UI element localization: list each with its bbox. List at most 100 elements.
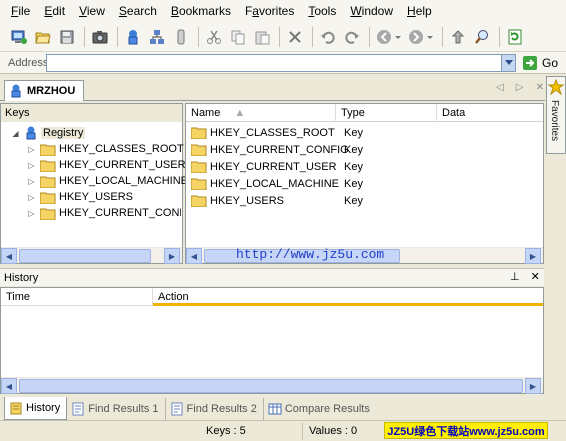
save-button[interactable]	[56, 26, 78, 48]
tree-node-local-machine[interactable]: ▷ HKEY_LOCAL_MACHINE	[27, 173, 188, 189]
table-row[interactable]: HKEY_USERS Key	[191, 192, 363, 209]
menu-window[interactable]: Window	[343, 1, 400, 21]
network-button[interactable]	[146, 26, 168, 48]
expand-icon[interactable]: ▷	[27, 177, 36, 186]
back-button[interactable]	[374, 26, 404, 48]
column-type[interactable]: Type	[336, 104, 437, 122]
history-icon	[10, 402, 22, 415]
menu-search[interactable]: Search	[112, 1, 164, 21]
keys-horizontal-scrollbar[interactable]: ◀ ▶	[1, 247, 182, 264]
status-keys-count: Keys : 5	[200, 422, 303, 440]
find-button[interactable]	[471, 26, 493, 48]
star-icon	[547, 78, 565, 96]
menu-tools[interactable]: Tools	[301, 1, 343, 21]
forward-button[interactable]	[406, 26, 436, 48]
registry-icon	[26, 126, 36, 140]
tab-prev-icon[interactable]: ◁	[496, 82, 504, 96]
tab-find-results-1[interactable]: Find Results 1	[67, 398, 166, 420]
scissors-icon	[207, 30, 221, 44]
tab-close-icon[interactable]: ✕	[536, 82, 544, 96]
paste-button[interactable]	[251, 26, 273, 48]
history-horizontal-scrollbar[interactable]: ◀ ▶	[1, 377, 543, 394]
toolbar-separator	[117, 26, 118, 47]
table-row[interactable]: HKEY_CURRENT_CONFIG Key	[191, 141, 363, 158]
tree-node-label: HKEY_LOCAL_MACHINE	[59, 175, 188, 187]
scroll-right-icon[interactable]: ▶	[525, 248, 541, 264]
column-label: Action	[158, 291, 189, 303]
undo-button[interactable]	[317, 26, 339, 48]
pin-icon[interactable]: ⊥	[510, 271, 520, 283]
table-row[interactable]: HKEY_LOCAL_MACHINE Key	[191, 175, 363, 192]
copy-button[interactable]	[227, 26, 249, 48]
menu-edit[interactable]: Edit	[37, 1, 72, 21]
menu-bookmarks[interactable]: Bookmarks	[164, 1, 238, 21]
menu-view[interactable]: View	[72, 1, 112, 21]
tree-node-classes-root[interactable]: ▷ HKEY_CLASSES_ROOT	[27, 141, 184, 157]
registry-button[interactable]	[122, 26, 144, 48]
column-name[interactable]: Name ▲	[186, 104, 336, 122]
table-row[interactable]: HKEY_CURRENT_USER Key	[191, 158, 363, 175]
tab-label: Find Results 1	[88, 403, 159, 415]
folder-icon	[40, 192, 56, 204]
tab-compare-results[interactable]: Compare Results	[264, 398, 376, 420]
collapse-icon[interactable]: ◢	[11, 129, 20, 138]
sort-indicator-bar	[153, 303, 543, 306]
menu-favorites[interactable]: Favorites	[238, 1, 301, 21]
menu-help[interactable]: Help	[400, 1, 439, 21]
scroll-right-icon[interactable]: ▶	[164, 248, 180, 264]
tab-mrzhou[interactable]: MRZHOU	[4, 80, 84, 101]
open-button[interactable]	[32, 26, 54, 48]
tree-node-current-config[interactable]: ▷ HKEY_CURRENT_CONFIG	[27, 205, 181, 221]
tree-node-registry[interactable]: ◢ Registry	[11, 125, 86, 141]
cut-button[interactable]	[203, 26, 225, 48]
compare-icon	[268, 403, 282, 415]
expand-icon[interactable]: ▷	[27, 145, 36, 154]
scroll-thumb[interactable]	[19, 379, 523, 393]
favorites-label: Favorites	[549, 100, 560, 142]
tab-next-icon[interactable]: ▷	[516, 82, 524, 96]
close-icon[interactable]: ✕	[531, 271, 540, 283]
row-type: Key	[344, 126, 363, 139]
chevron-down-icon	[504, 60, 513, 65]
tab-label: History	[26, 402, 61, 414]
table-row[interactable]: HKEY_CLASSES_ROOT Key	[191, 124, 363, 141]
delete-button[interactable]	[284, 26, 306, 48]
expand-icon[interactable]: ▷	[27, 161, 36, 170]
column-data[interactable]: Data	[437, 104, 543, 122]
toolbar-separator	[312, 26, 313, 47]
tab-history[interactable]: History	[4, 397, 68, 420]
scroll-thumb[interactable]	[19, 249, 151, 263]
row-type: Key	[344, 177, 363, 190]
scroll-right-icon[interactable]: ▶	[525, 378, 541, 394]
expand-icon[interactable]: ▷	[27, 209, 36, 218]
expand-icon[interactable]: ▷	[27, 193, 36, 202]
menu-file[interactable]: File	[4, 1, 37, 21]
tree-root-label: Registry	[41, 127, 86, 139]
column-label: Name	[191, 107, 221, 119]
connect-computer-button[interactable]	[8, 26, 30, 48]
up-level-button[interactable]	[447, 26, 469, 48]
folder-icon	[191, 178, 207, 190]
tree-node-users[interactable]: ▷ HKEY_USERS	[27, 189, 133, 205]
address-input[interactable]	[46, 53, 502, 72]
history-panel-title: History	[0, 268, 544, 286]
scroll-left-icon[interactable]: ◀	[1, 378, 17, 394]
up-folder-icon	[451, 29, 465, 43]
device-button[interactable]	[170, 26, 192, 48]
scroll-left-icon[interactable]: ◀	[1, 248, 17, 264]
toolbar-separator	[499, 26, 500, 47]
address-dropdown-button[interactable]	[502, 53, 516, 72]
magnifier-icon	[475, 29, 488, 44]
tree-node-current-user[interactable]: ▷ HKEY_CURRENT_USER	[27, 157, 186, 173]
column-time[interactable]: Time	[1, 288, 153, 306]
refresh-button[interactable]	[504, 26, 526, 48]
scroll-left-icon[interactable]: ◀	[186, 248, 202, 264]
toolbar-separator	[279, 26, 280, 47]
status-message	[0, 423, 200, 440]
tab-find-results-2[interactable]: Find Results 2	[166, 398, 264, 420]
address-label: Address	[8, 56, 49, 69]
snapshot-button[interactable]	[89, 26, 111, 48]
go-button[interactable]: Go	[522, 55, 558, 71]
redo-button[interactable]	[341, 26, 363, 48]
watermark-url: http://www.jz5u.com	[236, 247, 385, 262]
